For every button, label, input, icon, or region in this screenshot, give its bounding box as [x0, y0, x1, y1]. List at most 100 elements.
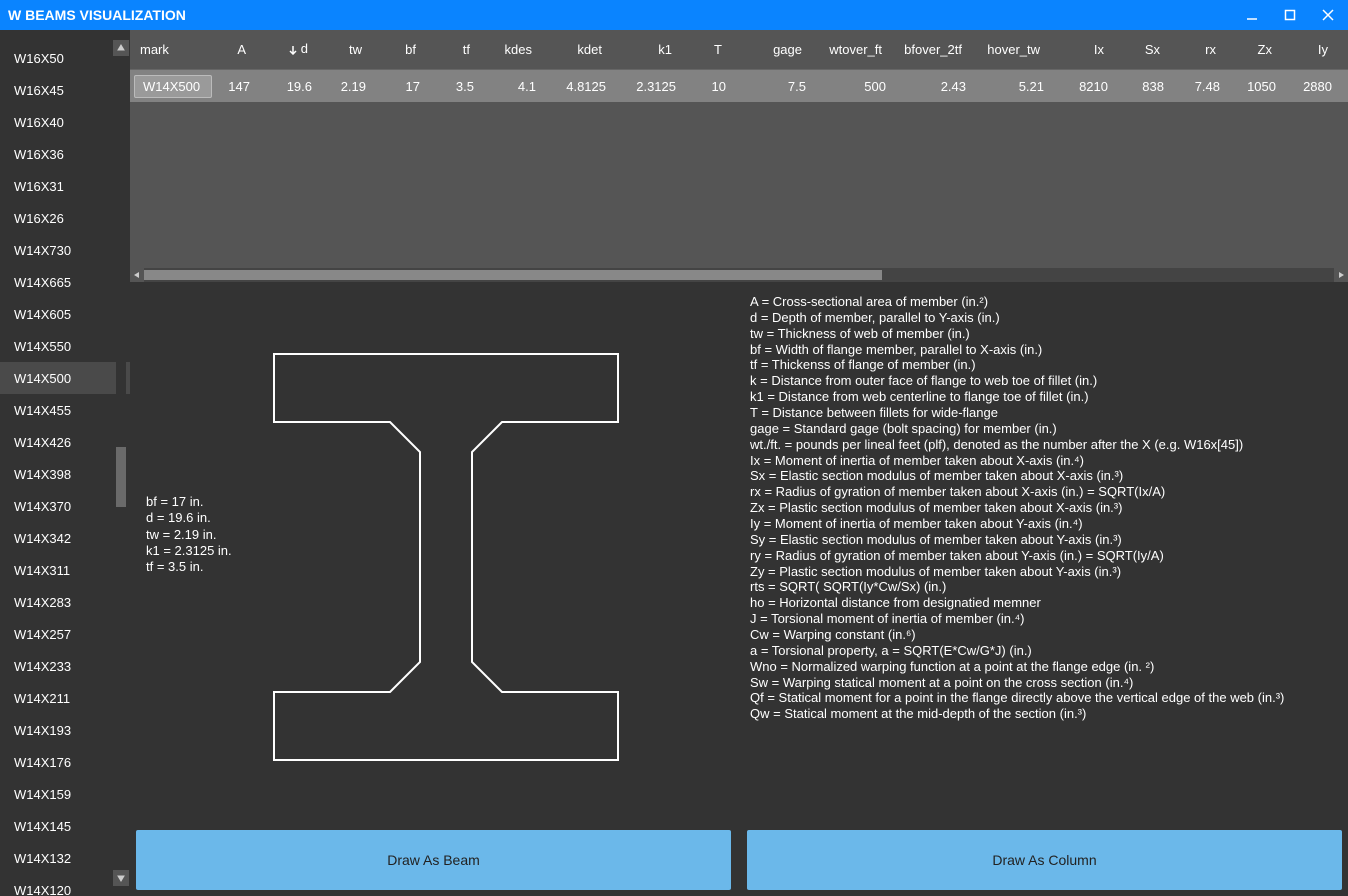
scroll-up-button[interactable]: [113, 40, 129, 56]
cell-Ix[interactable]: 8210: [1054, 79, 1118, 94]
cell-T[interactable]: 10: [686, 79, 736, 94]
sidebar-item[interactable]: W14X455: [0, 394, 130, 426]
close-button[interactable]: [1316, 3, 1340, 27]
column-header-label: kdet: [577, 42, 602, 57]
column-header-label: tf: [463, 42, 470, 57]
sidebar-item[interactable]: W14X159: [0, 778, 130, 810]
cell-wtover_ft[interactable]: 500: [816, 79, 896, 94]
draw-as-beam-button[interactable]: Draw As Beam: [136, 830, 731, 890]
cell-bfover_2tf[interactable]: 2.43: [896, 79, 976, 94]
cell-mark[interactable]: W14X500: [134, 75, 212, 98]
column-header-label: Zx: [1258, 42, 1272, 57]
sidebar-item[interactable]: W14X342: [0, 522, 130, 554]
column-header-A[interactable]: A: [208, 42, 256, 57]
sidebar-item[interactable]: W14X605: [0, 298, 130, 330]
column-header-bf[interactable]: bf: [372, 42, 426, 57]
beam-label-tf: tf = 3.5 in.: [146, 559, 232, 575]
definition-line: Qf = Statical moment for a point in the …: [750, 690, 1332, 706]
hscroll-thumb[interactable]: [144, 270, 882, 280]
sidebar-item[interactable]: W14X500: [0, 362, 130, 394]
scroll-down-button[interactable]: [113, 870, 129, 886]
sidebar-item[interactable]: W16X45: [0, 74, 130, 106]
column-header-gage[interactable]: gage: [732, 42, 812, 57]
column-header-rx[interactable]: rx: [1170, 42, 1226, 57]
column-header-label: gage: [773, 42, 802, 57]
cell-hover_tw[interactable]: 5.21: [976, 79, 1054, 94]
grid-horizontal-scrollbar[interactable]: [130, 268, 1348, 282]
sidebar-item[interactable]: W14X257: [0, 618, 130, 650]
column-header-T[interactable]: T: [682, 42, 732, 57]
definition-line: T = Distance between fillets for wide-fl…: [750, 405, 1332, 421]
column-header-label: Ix: [1094, 42, 1104, 57]
scroll-thumb[interactable]: [116, 447, 126, 507]
cell-Zx[interactable]: 1050: [1230, 79, 1286, 94]
column-header-tf[interactable]: tf: [426, 42, 480, 57]
cell-A[interactable]: 147: [212, 79, 260, 94]
cell-tf[interactable]: 3.5: [430, 79, 484, 94]
grid-header-row: markAdtwbf tf kdes kdet k1Tgage wtover_ft bfov…: [130, 30, 1348, 70]
cell-rx[interactable]: 7.48: [1174, 79, 1230, 94]
definitions-panel: A = Cross-sectional area of member (in.²…: [740, 288, 1342, 824]
cell-gage[interactable]: 7.5: [736, 79, 816, 94]
sidebar-scrollbar[interactable]: [112, 40, 130, 886]
grid-data-row[interactable]: W14X50014719.62.19173.54.14.81252.312510…: [130, 70, 1348, 102]
column-header-tw[interactable]: tw: [318, 42, 372, 57]
sidebar-item[interactable]: W14X426: [0, 426, 130, 458]
cell-d[interactable]: 19.6: [260, 79, 322, 94]
sidebar-item[interactable]: W16X40: [0, 106, 130, 138]
sidebar-item[interactable]: W14X665: [0, 266, 130, 298]
column-header-hover_tw[interactable]: hover_tw: [972, 42, 1050, 57]
hscroll-right-button[interactable]: [1334, 268, 1348, 282]
column-header-label: hover_tw: [987, 42, 1040, 57]
hscroll-left-button[interactable]: [130, 268, 144, 282]
column-header-Sx[interactable]: Sx: [1114, 42, 1170, 57]
cell-Iy[interactable]: 2880: [1286, 79, 1342, 94]
sidebar-item[interactable]: W14X132: [0, 842, 130, 874]
sidebar-item[interactable]: W14X193: [0, 714, 130, 746]
sidebar-item[interactable]: W14X120: [0, 874, 130, 896]
sidebar-item[interactable]: W16X50: [0, 42, 130, 74]
column-header-k1[interactable]: k1: [612, 42, 682, 57]
cell-Sx[interactable]: 838: [1118, 79, 1174, 94]
definition-line: ho = Horizontal distance from designatie…: [750, 595, 1332, 611]
draw-as-column-button[interactable]: Draw As Column: [747, 830, 1342, 890]
sidebar-item[interactable]: W14X730: [0, 234, 130, 266]
column-header-label: kdes: [505, 42, 532, 57]
cell-kdet[interactable]: 4.8125: [546, 79, 616, 94]
sidebar-item[interactable]: W16X26: [0, 202, 130, 234]
cell-kdes[interactable]: 4.1: [484, 79, 546, 94]
sidebar-item[interactable]: W14X550: [0, 330, 130, 362]
scroll-track[interactable]: [116, 56, 126, 870]
definition-line: Zy = Plastic section modulus of member t…: [750, 564, 1332, 580]
column-header-label: bfover_2tf: [904, 42, 962, 57]
cell-k1[interactable]: 2.3125: [616, 79, 686, 94]
sidebar-item[interactable]: W14X311: [0, 554, 130, 586]
column-header-label: rx: [1205, 42, 1216, 57]
column-header-kdes[interactable]: kdes: [480, 42, 542, 57]
column-header-Ix[interactable]: Ix: [1050, 42, 1114, 57]
column-header-d[interactable]: d: [256, 41, 318, 57]
sidebar-item[interactable]: W14X233: [0, 650, 130, 682]
sidebar-item[interactable]: W14X283: [0, 586, 130, 618]
column-header-wtover_ft[interactable]: wtover_ft: [812, 42, 892, 57]
sidebar-item[interactable]: W14X176: [0, 746, 130, 778]
column-header-kdet[interactable]: kdet: [542, 42, 612, 57]
definition-line: Zx = Plastic section modulus of member t…: [750, 500, 1332, 516]
sidebar-item[interactable]: W14X370: [0, 490, 130, 522]
sidebar-item[interactable]: W14X145: [0, 810, 130, 842]
sidebar-item[interactable]: W16X36: [0, 138, 130, 170]
column-header-bfover_2tf[interactable]: bfover_2tf: [892, 42, 972, 57]
maximize-button[interactable]: [1278, 3, 1302, 27]
column-header-Iy[interactable]: Iy: [1282, 42, 1338, 57]
window-title: W BEAMS VISUALIZATION: [8, 7, 1240, 23]
definition-line: Wno = Normalized warping function at a p…: [750, 659, 1332, 675]
minimize-button[interactable]: [1240, 3, 1264, 27]
cell-tw[interactable]: 2.19: [322, 79, 376, 94]
cell-bf[interactable]: 17: [376, 79, 430, 94]
sidebar-item[interactable]: W14X211: [0, 682, 130, 714]
definition-line: Cw = Warping constant (in.⁶): [750, 627, 1332, 643]
sidebar-item[interactable]: W16X31: [0, 170, 130, 202]
column-header-Zx[interactable]: Zx: [1226, 42, 1282, 57]
column-header-mark[interactable]: mark: [130, 42, 208, 57]
sidebar-item[interactable]: W14X398: [0, 458, 130, 490]
